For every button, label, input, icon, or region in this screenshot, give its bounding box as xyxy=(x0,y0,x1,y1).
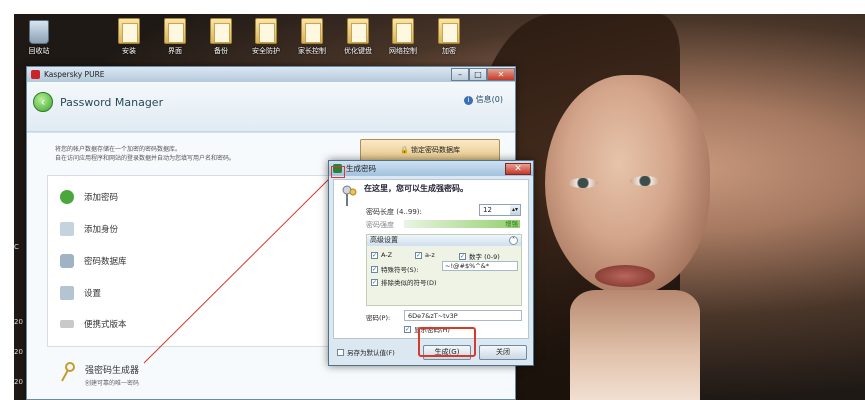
option-label: 排除类似的符号(D) xyxy=(381,279,437,287)
dialog-title: 生成密码 xyxy=(346,164,376,173)
length-value: 12 xyxy=(483,206,492,214)
option-special[interactable]: ✓ 特殊符号(S): xyxy=(371,264,418,274)
dialog-close-icon[interactable]: ✕ xyxy=(505,162,531,175)
dialog-titlebar[interactable]: 生成密码 ✕ xyxy=(329,161,533,176)
collapse-chevron-icon[interactable]: ˄ xyxy=(509,236,518,245)
option-label: 另存为默认值(F) xyxy=(347,349,395,357)
checkbox[interactable]: ✓ xyxy=(371,278,378,286)
checkbox[interactable] xyxy=(337,348,344,356)
checkbox[interactable]: ✓ xyxy=(371,251,378,259)
option-uppercase[interactable]: ✓ A-Z xyxy=(371,251,392,259)
strength-bar: 增强 xyxy=(404,220,520,228)
strength-label: 密码强度 xyxy=(366,221,394,229)
special-symbols-input[interactable]: ~!@#$%^&* xyxy=(442,261,518,271)
checkbox[interactable]: ✓ xyxy=(459,252,466,260)
advanced-settings-header[interactable]: 高级设置 ˄ xyxy=(367,235,521,246)
length-label: 密码长度 (4..99): xyxy=(366,208,422,216)
checkbox[interactable]: ✓ xyxy=(415,251,422,259)
highlight-box xyxy=(331,166,345,178)
dialog-close-button[interactable]: 关闭 xyxy=(479,345,527,360)
advanced-settings-panel: 高级设置 ˄ ✓ A-Z ✓ a-z ✓ 数字 (0-9) ✓ 特殊符号(S): ~!@… xyxy=(366,234,522,306)
password-output-field[interactable]: 6De7&zT~tv3P xyxy=(404,310,522,321)
keys-icon xyxy=(342,185,357,206)
advanced-settings-label: 高级设置 xyxy=(370,236,398,244)
option-label: a-z xyxy=(425,251,435,259)
option-exclude-similar[interactable]: ✓ 排除类似的符号(D) xyxy=(371,277,437,287)
option-digits[interactable]: ✓ 数字 (0-9) xyxy=(459,251,500,261)
length-spinner[interactable]: 12 ▴▾ xyxy=(479,204,521,216)
dialog-body: 在这里，您可以生成强密码。 密码长度 (4..99): 12 ▴▾ 密码强度 增强… xyxy=(333,179,529,339)
save-as-default-option[interactable]: 另存为默认值(F) xyxy=(337,347,395,357)
password-label: 密码(P): xyxy=(366,314,391,322)
option-lowercase[interactable]: ✓ a-z xyxy=(415,251,435,259)
option-label: A-Z xyxy=(381,251,393,259)
option-label: 特殊符号(S): xyxy=(381,266,419,274)
spinner-arrows-icon[interactable]: ▴▾ xyxy=(510,205,520,215)
option-label: 数字 (0-9) xyxy=(469,253,500,261)
highlight-box xyxy=(418,327,476,357)
checkbox[interactable]: ✓ xyxy=(404,325,411,333)
checkbox[interactable]: ✓ xyxy=(371,265,378,273)
strength-value: 增强 xyxy=(505,220,518,228)
dialog-heading: 在这里，您可以生成强密码。 xyxy=(364,184,468,193)
